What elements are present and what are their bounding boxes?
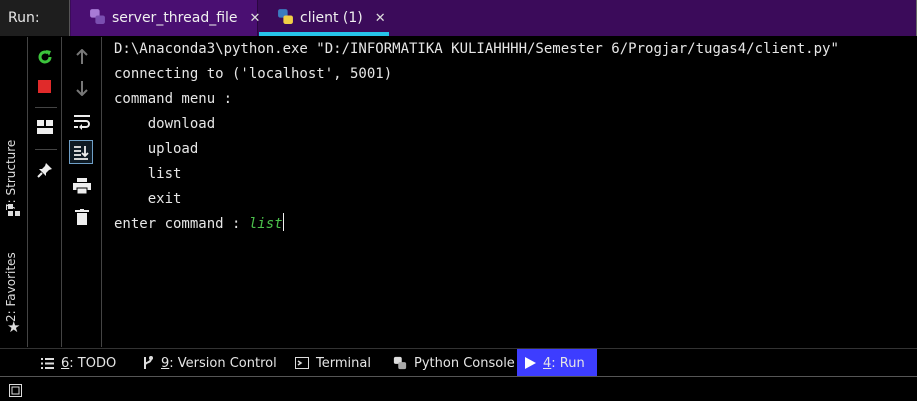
terminal-tab[interactable]: Terminal	[287, 349, 379, 377]
tab-server-thread-file[interactable]: server_thread_file ✕	[71, 0, 260, 36]
run-icon	[525, 357, 536, 369]
version-control-tab[interactable]: 9: Version Control	[134, 349, 285, 377]
run-actions-toolbar	[29, 37, 62, 347]
python-console-tab[interactable]: Python Console	[385, 349, 523, 377]
arrow-down-icon	[76, 81, 88, 96]
run-label: : Run	[551, 355, 585, 371]
prompt-text: enter command :	[114, 216, 249, 232]
arrow-up-icon	[76, 49, 88, 64]
branch-icon	[142, 356, 154, 370]
console-output[interactable]: D:\Anaconda3\python.exe "D:/INFORMATIKA …	[103, 37, 917, 347]
user-input-text: list	[248, 216, 283, 232]
stop-icon	[38, 80, 51, 93]
stop-button[interactable]	[33, 75, 57, 99]
rerun-icon	[38, 50, 52, 64]
console-line: download	[114, 116, 216, 132]
trash-icon	[75, 209, 89, 225]
todo-mnemonic: 6	[61, 355, 70, 371]
console-line: connecting to ('localhost', 5001)	[114, 66, 393, 82]
close-icon[interactable]: ✕	[375, 11, 386, 26]
left-tool-strip: 7: Structure ★ 2: Favorites	[0, 37, 28, 347]
favorites-tab[interactable]: 2: Favorites	[4, 242, 24, 322]
run-mnemonic: 4	[543, 355, 552, 371]
scroll-to-end-icon	[74, 146, 89, 160]
up-stack-frame-button[interactable]	[70, 45, 94, 69]
list-icon	[41, 357, 54, 369]
toggle-tool-windows-icon[interactable]	[9, 382, 22, 401]
vcs-mnemonic: 9	[161, 355, 170, 371]
console-prompt-line[interactable]: enter command : list	[114, 212, 284, 237]
todo-tab[interactable]: 6: TODO	[33, 349, 124, 377]
run-tab[interactable]: 4: Run	[517, 349, 597, 377]
console-line: command menu :	[114, 91, 233, 107]
rerun-button[interactable]	[33, 45, 57, 69]
printer-icon	[73, 178, 91, 194]
python-console-label: Python Console	[414, 355, 515, 371]
print-button[interactable]	[70, 174, 94, 198]
vcs-label: : Version Control	[169, 355, 277, 371]
scroll-to-end-button[interactable]	[69, 140, 93, 164]
pin-tab-button[interactable]	[33, 158, 57, 182]
down-stack-frame-button[interactable]	[70, 76, 94, 100]
python-icon	[393, 356, 407, 370]
clear-all-button[interactable]	[70, 205, 94, 229]
python-icon	[277, 8, 294, 29]
status-bar	[0, 376, 917, 401]
text-caret	[282, 213, 284, 231]
soft-wrap-button[interactable]	[70, 110, 94, 134]
tab-label: server_thread_file	[112, 10, 238, 26]
soft-wrap-icon	[74, 115, 90, 130]
console-line: list	[114, 166, 182, 182]
todo-label: : TODO	[69, 355, 117, 371]
structure-tab[interactable]: 7: Structure	[4, 131, 24, 211]
run-label: Run:	[0, 0, 70, 36]
console-line: upload	[114, 141, 199, 157]
restore-layout-button[interactable]	[33, 115, 57, 139]
console-line: exit	[114, 191, 182, 207]
run-toolwindow-header: Run: server_thread_file ✕ client (1) ✕	[0, 0, 917, 37]
terminal-icon	[295, 357, 309, 369]
header-empty-area	[389, 0, 917, 36]
console-line: D:\Anaconda3\python.exe "D:/INFORMATIKA …	[114, 41, 839, 57]
tool-window-bar: 6: TODO 9: Version Control Terminal Pyth…	[0, 348, 917, 377]
console-actions-toolbar	[62, 37, 102, 347]
layout-icon	[37, 120, 53, 134]
tab-label: client (1)	[300, 10, 363, 26]
pin-icon	[37, 163, 52, 178]
python-icon	[89, 8, 106, 29]
tab-client-1[interactable]: client (1) ✕	[259, 0, 389, 36]
terminal-label: Terminal	[316, 355, 371, 371]
